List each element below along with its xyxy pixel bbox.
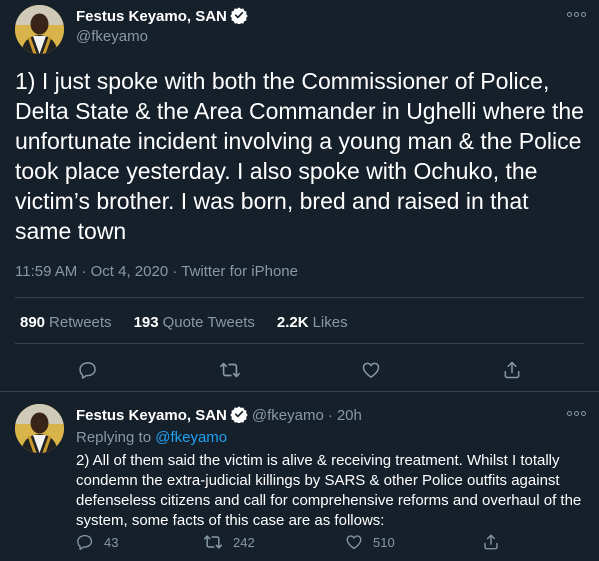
verified-badge-icon bbox=[230, 405, 248, 429]
retweet-count: 242 bbox=[233, 534, 255, 550]
retweet-icon[interactable] bbox=[218, 358, 242, 382]
replying-to: Replying to @fkeyamo bbox=[76, 428, 227, 448]
author-handle[interactable]: @fkeyamo bbox=[76, 27, 148, 47]
tweet-source[interactable]: Twitter for iPhone bbox=[181, 263, 298, 280]
verified-badge-icon bbox=[230, 6, 248, 30]
like-action[interactable]: 510 bbox=[345, 532, 395, 552]
tweet-time[interactable]: 11:59 AM bbox=[15, 263, 77, 280]
retweet-action[interactable]: 242 bbox=[203, 532, 255, 552]
action-bar bbox=[0, 358, 599, 382]
main-tweet: Festus Keyamo, SAN @fkeyamo 1) I just sp… bbox=[0, 0, 599, 391]
author-name[interactable]: Festus Keyamo, SAN @fkeyamo · 20h bbox=[76, 405, 362, 429]
tweet-meta: 11:59 AM · Oct 4, 2020 · Twitter for iPh… bbox=[15, 262, 298, 282]
share-icon[interactable] bbox=[500, 358, 524, 382]
share-action[interactable] bbox=[482, 532, 500, 552]
likes-stat[interactable]: 2.2K Likes bbox=[277, 313, 348, 333]
more-icon[interactable] bbox=[566, 406, 586, 420]
retweets-label: Retweets bbox=[49, 314, 112, 331]
retweets-count: 890 bbox=[20, 314, 46, 331]
quotes-stat[interactable]: 193 Quote Tweets bbox=[134, 313, 255, 333]
meta-separator: · bbox=[81, 263, 87, 280]
reply-tweet[interactable]: Festus Keyamo, SAN @fkeyamo · 20h Replying … bbox=[0, 392, 599, 561]
likes-label: Likes bbox=[312, 314, 348, 331]
retweet-icon bbox=[203, 535, 223, 549]
author-handle[interactable]: @fkeyamo bbox=[252, 407, 324, 424]
more-icon[interactable] bbox=[566, 7, 586, 21]
reply-count: 43 bbox=[104, 534, 119, 550]
meta-separator: · bbox=[172, 263, 178, 280]
likes-count: 2.2K bbox=[276, 314, 309, 331]
tweet-date[interactable]: Oct 4, 2020 bbox=[91, 263, 169, 280]
tweet-stats: 890 Retweets 193 Quote Tweets 2.2K Likes bbox=[20, 313, 348, 333]
quotes-label: Quote Tweets bbox=[162, 314, 255, 331]
reply-icon bbox=[77, 534, 93, 550]
meta-separator: · bbox=[327, 407, 333, 424]
tweet-text: 2) All of them said the victim is alive … bbox=[76, 452, 582, 529]
like-count: 510 bbox=[373, 534, 395, 550]
replying-to-link[interactable]: @fkeyamo bbox=[155, 429, 227, 446]
quotes-count: 193 bbox=[133, 314, 159, 331]
avatar[interactable] bbox=[15, 5, 64, 54]
divider bbox=[15, 343, 584, 344]
divider bbox=[15, 297, 584, 298]
reply-icon[interactable] bbox=[76, 358, 100, 382]
author-name-text: Festus Keyamo, SAN bbox=[76, 8, 227, 25]
retweets-stat[interactable]: 890 Retweets bbox=[20, 313, 112, 333]
like-icon[interactable] bbox=[359, 358, 383, 382]
like-icon bbox=[346, 535, 362, 550]
tweet-age[interactable]: 20h bbox=[337, 407, 362, 424]
share-icon bbox=[484, 534, 498, 550]
avatar[interactable] bbox=[15, 404, 64, 453]
tweet-text: 1) I just spoke with both the Commission… bbox=[15, 68, 584, 244]
reply-action[interactable]: 43 bbox=[76, 532, 118, 552]
author-name-text: Festus Keyamo, SAN bbox=[76, 407, 227, 424]
replying-prefix: Replying to bbox=[76, 429, 152, 446]
